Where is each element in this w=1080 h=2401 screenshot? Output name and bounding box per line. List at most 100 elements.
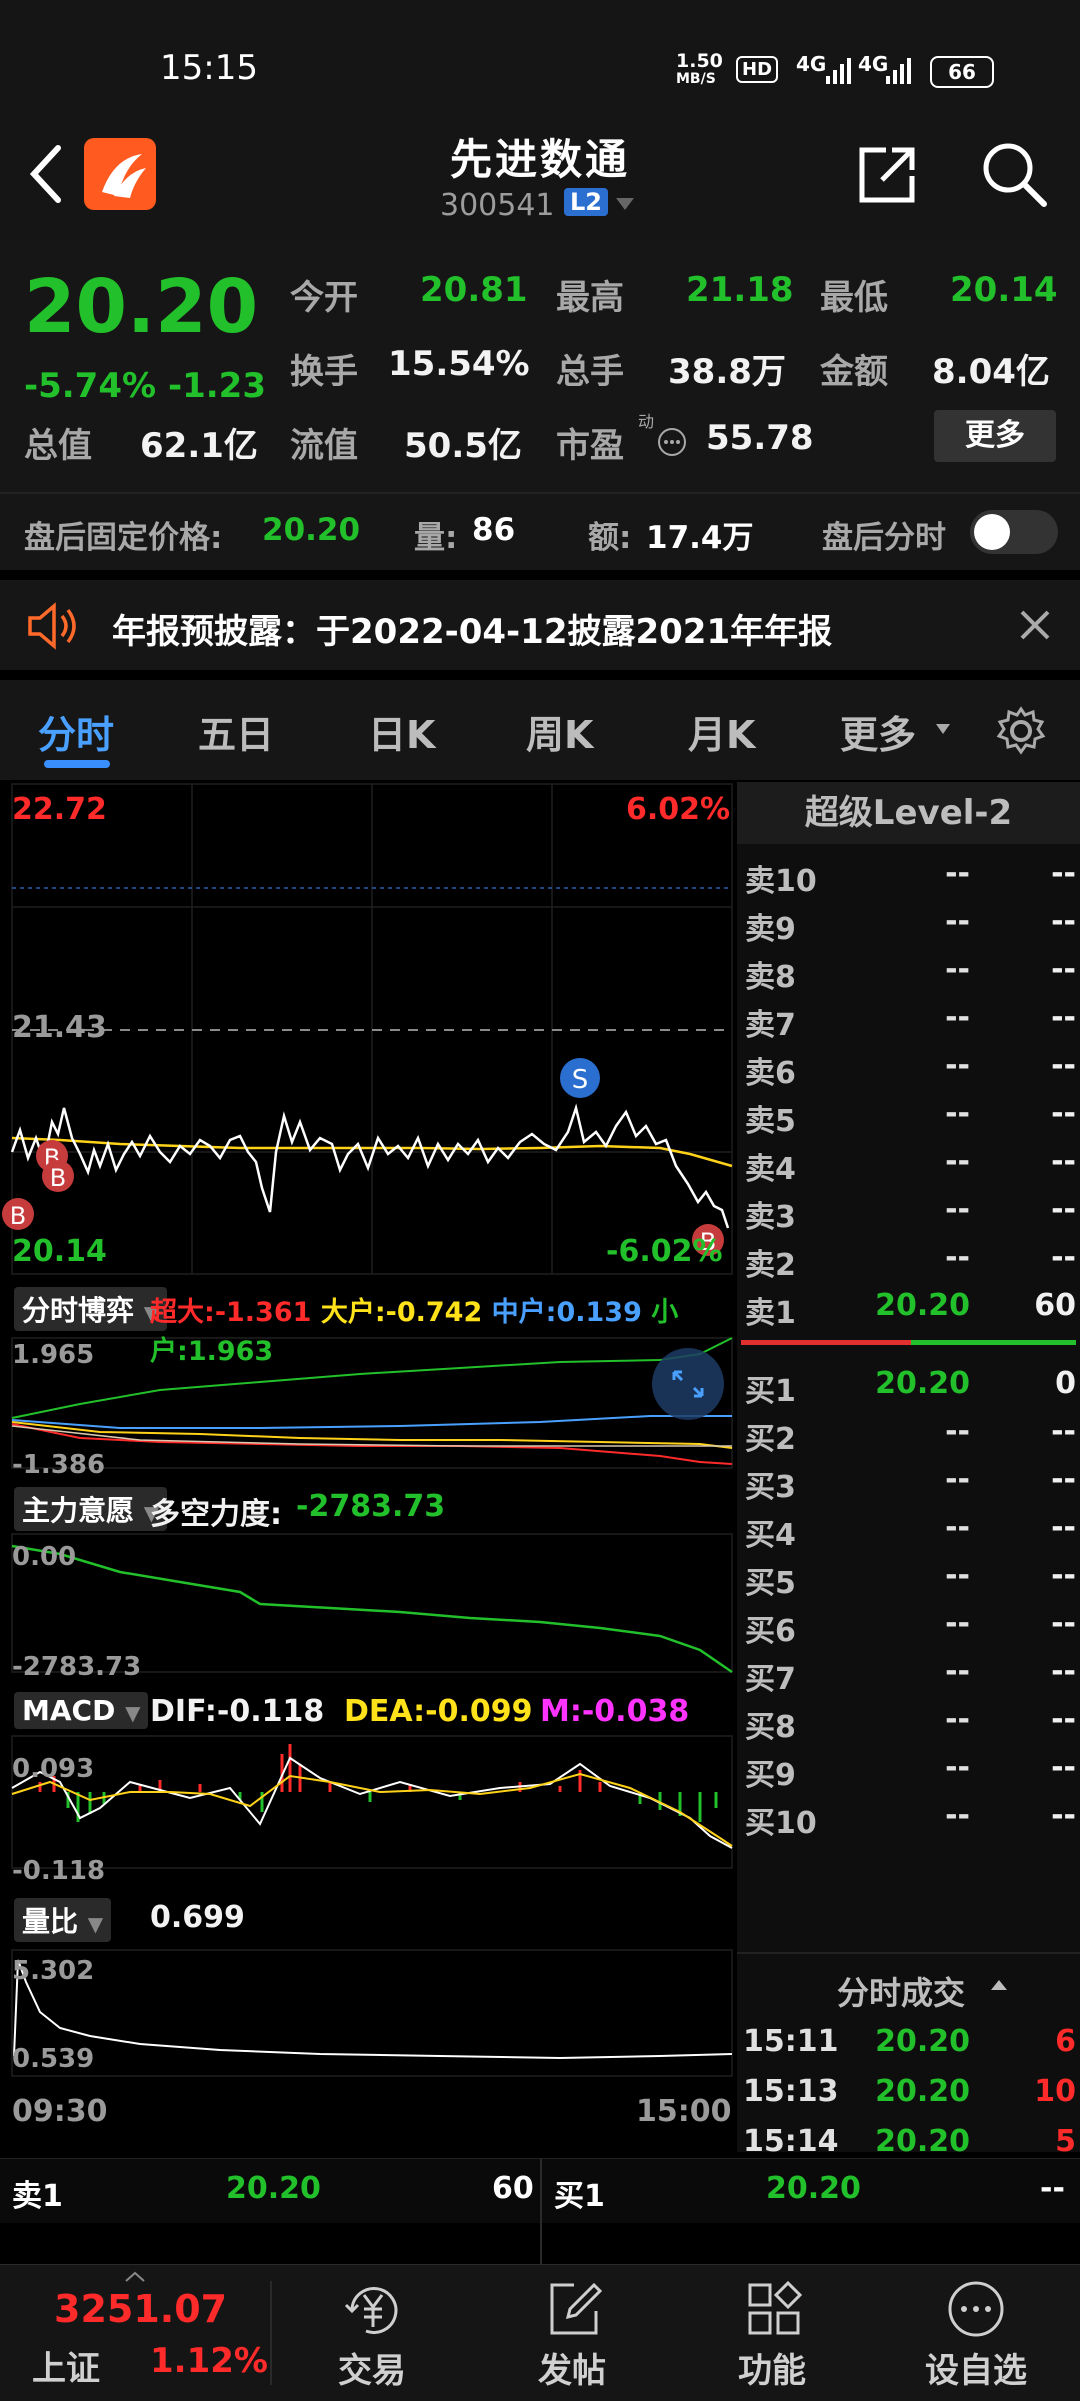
row-price: -- xyxy=(945,1096,970,1131)
field-label: 最低 xyxy=(820,278,888,318)
tab-daily-k[interactable]: 日K xyxy=(368,704,435,759)
tab-monthly-k[interactable]: 月K xyxy=(688,704,755,759)
order-book: 超级Level-2 卖10 -- -- 卖9 -- -- 卖8 -- -- 卖7 -- -- 卖6 -- -… xyxy=(737,782,1080,2159)
tab-intraday[interactable]: 分时 xyxy=(38,704,114,759)
bid1-price: 20.20 xyxy=(766,2171,861,2206)
row-price: -- xyxy=(945,1144,970,1179)
after-hours-amt: 17.4万 xyxy=(646,520,754,556)
volratio-min-label: 0.539 xyxy=(12,2044,95,2074)
row-price: -- xyxy=(945,1000,970,1035)
row-label: 卖7 xyxy=(745,1008,796,1043)
indicator-selector[interactable]: 分时博弈 ▼ xyxy=(14,1287,168,1331)
chevron-down-icon[interactable] xyxy=(614,196,636,212)
row-label: 卖6 xyxy=(745,1056,796,1091)
after-hours-label: 盘后固定价格: xyxy=(24,520,223,556)
prev-close-label: 21.43 xyxy=(12,1010,107,1045)
indicator-selector[interactable]: 主力意愿 ▼ xyxy=(14,1487,168,1531)
row-label: 买5 xyxy=(745,1566,796,1601)
row-price: 20.20 xyxy=(875,1366,970,1401)
trade-row: 15:14 20.20 5 xyxy=(737,2116,1080,2164)
order-book-row[interactable]: 卖10 -- -- xyxy=(737,848,1080,899)
indicator-selector[interactable]: 量比 ▼ xyxy=(14,1898,112,1942)
sort-up-icon[interactable] xyxy=(989,1978,1009,1992)
order-book-row[interactable]: 卖8 -- -- xyxy=(737,944,1080,995)
gear-icon[interactable] xyxy=(996,706,1046,756)
row-label: 买2 xyxy=(745,1422,796,1457)
order-book-row[interactable]: 买6 -- -- xyxy=(737,1598,1080,1649)
search-icon[interactable] xyxy=(980,140,1048,208)
order-book-row[interactable]: 卖4 -- -- xyxy=(737,1136,1080,1187)
nav-post[interactable]: 发帖 xyxy=(472,2265,672,2401)
price-min-label: 20.14 xyxy=(12,1234,107,1269)
order-book-row[interactable]: 卖5 -- -- xyxy=(737,1088,1080,1139)
row-volume: -- xyxy=(1051,1654,1076,1689)
nav-label: 设自选 xyxy=(925,2351,1027,2391)
low-value: 20.14 xyxy=(950,270,1058,310)
row-label: 卖8 xyxy=(745,960,796,995)
order-book-row[interactable]: 买8 -- -- xyxy=(737,1694,1080,1745)
chevron-down-icon: ▼ xyxy=(125,1701,141,1725)
order-book-row[interactable]: 买3 -- -- xyxy=(737,1454,1080,1505)
trade-row: 15:11 20.20 6 xyxy=(737,2016,1080,2064)
level1-bar[interactable]: 卖1 20.20 60 买1 20.20 -- xyxy=(0,2158,1080,2223)
order-book-row[interactable]: 买2 -- -- xyxy=(737,1406,1080,1457)
nav-trade[interactable]: 交易 xyxy=(272,2265,472,2401)
after-hours-toggle[interactable] xyxy=(970,510,1058,554)
game-min-label: -1.386 xyxy=(12,1450,106,1480)
nav-add-watchlist[interactable]: 设自选 xyxy=(872,2265,1080,2401)
row-label: 卖4 xyxy=(745,1152,796,1187)
order-book-row[interactable]: 买4 -- -- xyxy=(737,1502,1080,1553)
edit-icon xyxy=(550,2282,603,2335)
share-icon[interactable] xyxy=(856,142,920,206)
book-title[interactable]: 超级Level-2 xyxy=(737,782,1080,844)
trade-time: 15:11 xyxy=(743,2024,839,2059)
index-name: 上证 xyxy=(32,2349,100,2389)
more-circle-icon xyxy=(948,2281,1004,2337)
row-label: 卖1 xyxy=(745,1296,796,1331)
row-label: 买8 xyxy=(745,1710,796,1745)
tab-five-day[interactable]: 五日 xyxy=(198,704,274,759)
notice-bar[interactable]: 年报预披露：于2022-04-12披露2021年年报 xyxy=(0,580,1080,670)
order-book-row[interactable]: 买1 20.20 0 xyxy=(737,1358,1080,1409)
order-book-row[interactable]: 买10 -- -- xyxy=(737,1790,1080,1841)
chart-canvas[interactable]: B B B S B xyxy=(0,782,735,2152)
field-label: 流值 xyxy=(290,426,358,466)
indicator-name: 主力意愿 xyxy=(22,1494,135,1527)
order-book-row[interactable]: 卖2 -- -- xyxy=(737,1232,1080,1283)
close-icon[interactable] xyxy=(1018,608,1052,642)
order-book-row[interactable]: 买7 -- -- xyxy=(737,1646,1080,1697)
pe-value: 55.78 xyxy=(706,418,814,458)
indicator-name: 量比 xyxy=(22,1905,79,1938)
more-dots-icon[interactable] xyxy=(656,426,688,458)
float-cap-value: 50.5亿 xyxy=(404,426,522,466)
indicator-selector[interactable]: MACD ▼ xyxy=(14,1692,149,1729)
battery-icon: 66 xyxy=(930,56,994,88)
order-book-row[interactable]: 卖9 -- -- xyxy=(737,896,1080,947)
more-button[interactable]: 更多 xyxy=(934,410,1056,462)
trades-title[interactable]: 分时成交 xyxy=(837,1968,965,2014)
index-ticker[interactable]: 3251.07 上证 1.12% xyxy=(0,2265,270,2401)
row-label: 买7 xyxy=(745,1662,796,1697)
nav-functions[interactable]: 功能 xyxy=(672,2265,872,2401)
trade-volume: 10 xyxy=(1034,2074,1076,2109)
row-label: 卖9 xyxy=(745,912,796,947)
chevron-down-icon[interactable] xyxy=(934,722,952,736)
trade-price: 20.20 xyxy=(875,2074,970,2109)
row-volume: -- xyxy=(1051,952,1076,987)
super-large-value: -1.361 xyxy=(214,1297,312,1328)
order-book-row[interactable]: 买9 -- -- xyxy=(737,1742,1080,1793)
signal-icon-2 xyxy=(886,58,911,84)
tab-more[interactable]: 更多 xyxy=(840,704,916,759)
tab-weekly-k[interactable]: 周K xyxy=(526,704,593,759)
order-book-row[interactable]: 卖3 -- -- xyxy=(737,1184,1080,1235)
ask1-vol: 60 xyxy=(492,2171,534,2206)
field-label: 市盈 xyxy=(556,426,624,466)
order-book-row[interactable]: 卖1 20.20 60 xyxy=(737,1280,1080,1331)
order-book-row[interactable]: 卖7 -- -- xyxy=(737,992,1080,1043)
level2-badge[interactable]: L2 xyxy=(564,188,608,216)
order-book-row[interactable]: 买5 -- -- xyxy=(737,1550,1080,1601)
row-label: 买10 xyxy=(745,1806,817,1841)
row-label: 卖5 xyxy=(745,1104,796,1139)
row-price: -- xyxy=(945,1798,970,1833)
order-book-row[interactable]: 卖6 -- -- xyxy=(737,1040,1080,1091)
